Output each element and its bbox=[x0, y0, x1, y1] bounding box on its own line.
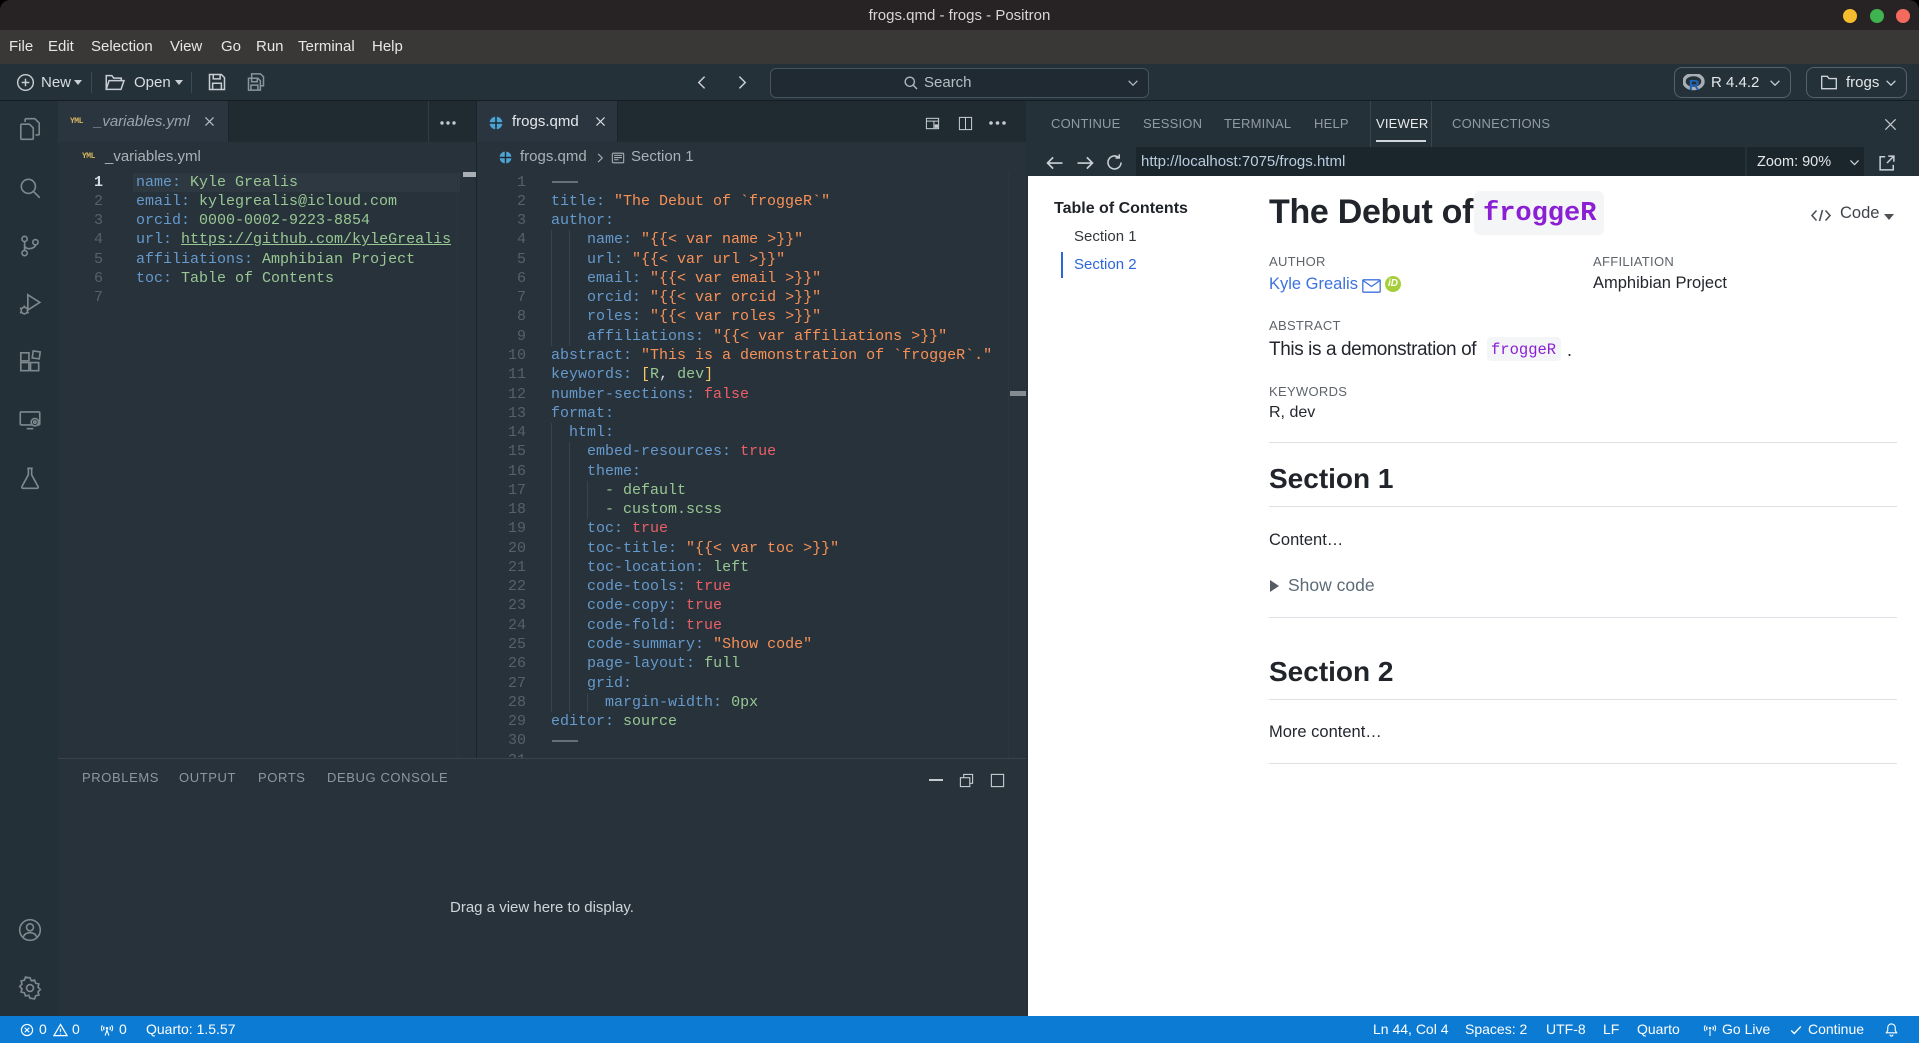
svg-text:R: R bbox=[1689, 77, 1700, 91]
